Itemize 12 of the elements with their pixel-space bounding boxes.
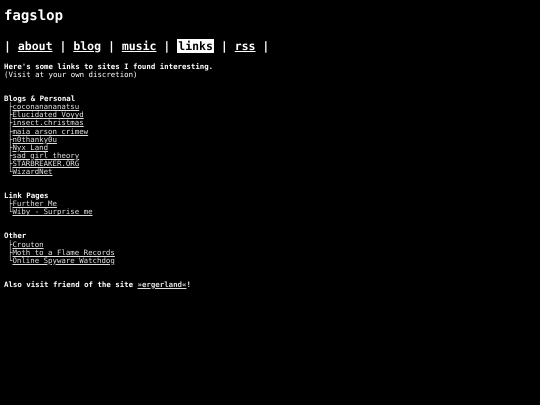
- nav-link[interactable]: about: [18, 39, 52, 53]
- nav-link[interactable]: rss: [234, 39, 256, 53]
- separator: |: [220, 39, 228, 53]
- separator: |: [262, 39, 270, 53]
- nav-link[interactable]: music: [122, 39, 156, 53]
- nav-link[interactable]: links: [177, 39, 214, 53]
- separator: |: [163, 39, 170, 53]
- site-title: fagslop: [4, 7, 64, 25]
- separator: |: [108, 39, 115, 53]
- separator: |: [4, 39, 11, 53]
- separator: |: [59, 39, 66, 53]
- nav-link[interactable]: blog: [73, 39, 102, 53]
